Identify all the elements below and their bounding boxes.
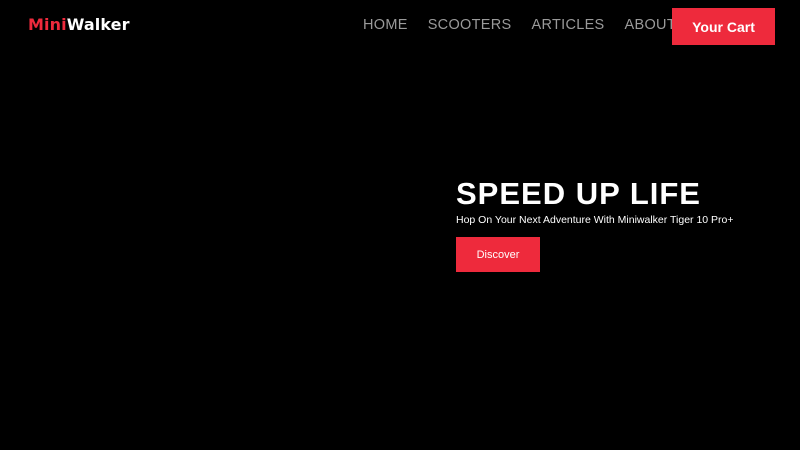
logo[interactable]: MiniWalker <box>28 15 130 35</box>
nav-link-scooters[interactable]: SCOOTERS <box>428 17 512 33</box>
hero-subtitle: Hop On Your Next Adventure With Miniwalk… <box>456 214 734 226</box>
hero-title: SPEED UP LIFE <box>456 176 701 211</box>
page: MiniWalker HOME SCOOTERS ARTICLES ABOUT … <box>0 0 800 450</box>
main-nav: HOME SCOOTERS ARTICLES ABOUT <box>363 17 676 33</box>
nav-link-home[interactable]: HOME <box>363 17 408 33</box>
hero-section: SPEED UP LIFE Hop On Your Next Adventure… <box>456 176 786 272</box>
nav-link-about[interactable]: ABOUT <box>625 17 676 33</box>
logo-rest-text: Walker <box>66 15 130 34</box>
discover-button[interactable]: Discover <box>456 237 540 272</box>
logo-accent-text: Mini <box>28 15 67 34</box>
your-cart-button[interactable]: Your Cart <box>672 8 775 45</box>
nav-link-articles[interactable]: ARTICLES <box>531 17 604 33</box>
